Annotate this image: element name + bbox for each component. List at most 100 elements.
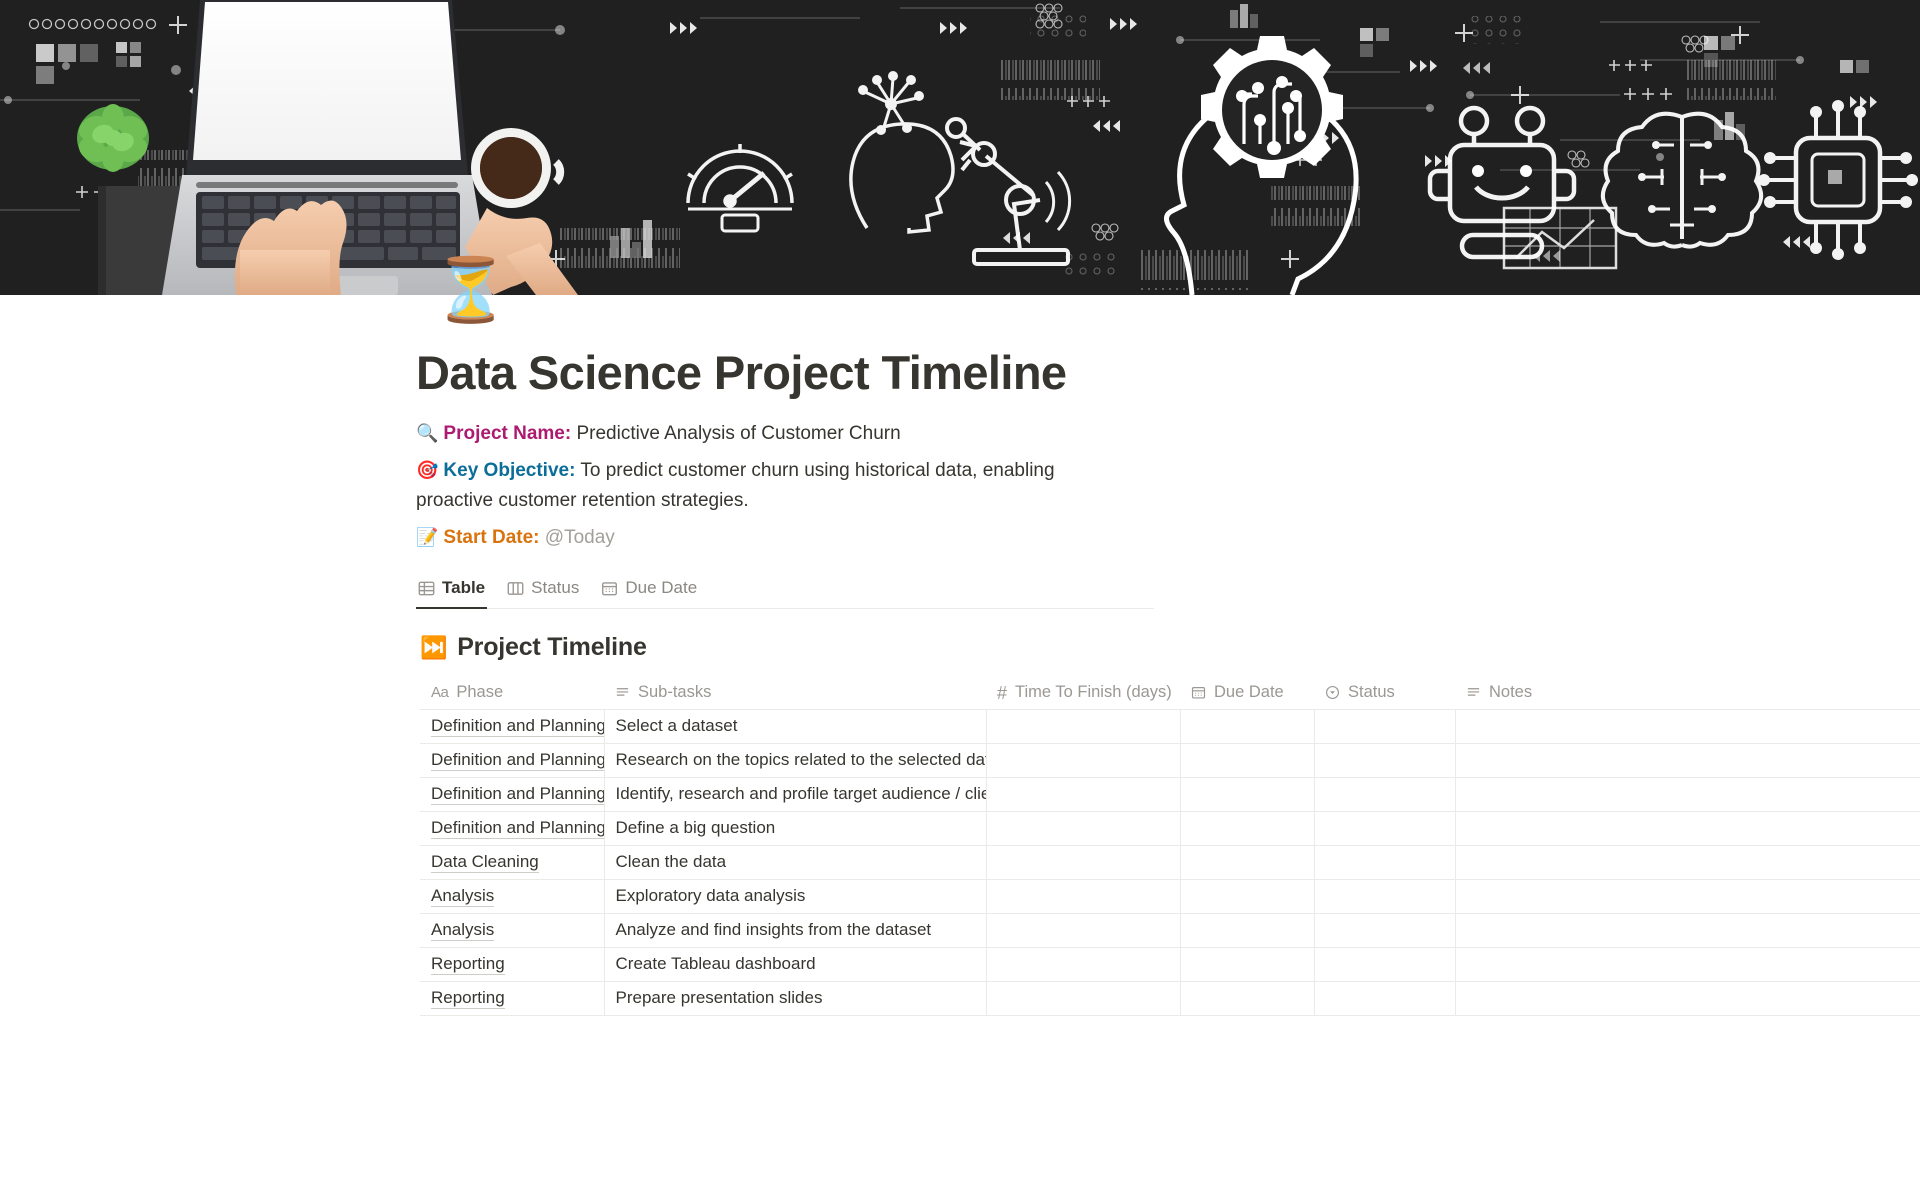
cell-status[interactable] xyxy=(1314,709,1456,744)
cell-sub-tasks[interactable]: Select a dataset xyxy=(604,709,987,744)
cell-due-date[interactable] xyxy=(1180,811,1315,846)
cell-phase[interactable]: Analysis xyxy=(420,879,605,914)
cell-status[interactable] xyxy=(1314,743,1456,778)
cell-due-date[interactable] xyxy=(1180,709,1315,744)
table-row[interactable]: Reporting Create Tableau dashboard xyxy=(420,947,1920,982)
cell-time-to-finish[interactable] xyxy=(986,743,1181,778)
cell-time-to-finish[interactable] xyxy=(986,777,1181,812)
tab-status-label: Status xyxy=(531,578,580,598)
table-row[interactable]: Definition and Planning Define a big que… xyxy=(420,811,1920,846)
cell-time-to-finish[interactable] xyxy=(986,913,1181,948)
table-row[interactable]: Definition and Planning Identify, resear… xyxy=(420,777,1920,812)
table-row[interactable]: Analysis Exploratory data analysis xyxy=(420,879,1920,914)
row-title-link[interactable]: Reporting xyxy=(431,988,505,1010)
column-header-phase[interactable]: Aa Phase xyxy=(420,676,604,710)
page-title: Data Science Project Timeline xyxy=(416,346,1067,399)
cell-notes[interactable] xyxy=(1455,709,1920,744)
cell-status[interactable] xyxy=(1314,947,1456,982)
table-row[interactable]: Data Cleaning Clean the data xyxy=(420,845,1920,880)
cell-notes[interactable] xyxy=(1455,879,1920,914)
cell-due-date[interactable] xyxy=(1180,845,1315,880)
cell-due-date[interactable] xyxy=(1180,947,1315,982)
cell-due-date[interactable] xyxy=(1180,879,1315,914)
row-title-link[interactable]: Definition and Planning xyxy=(431,818,603,840)
column-header-sub-tasks[interactable]: Sub-tasks xyxy=(604,676,986,710)
cell-status[interactable] xyxy=(1314,811,1456,846)
property-value-start-date[interactable]: @Today xyxy=(545,527,615,548)
cell-status[interactable] xyxy=(1314,913,1456,948)
cell-phase[interactable]: Definition and Planning xyxy=(420,811,605,846)
cell-notes[interactable] xyxy=(1455,913,1920,948)
cell-sub-tasks[interactable]: Create Tableau dashboard xyxy=(604,947,987,982)
cell-status[interactable] xyxy=(1314,845,1456,880)
table-body: Definition and Planning Select a dataset… xyxy=(420,709,1920,1016)
cell-notes[interactable] xyxy=(1455,845,1920,880)
cell-phase[interactable]: Definition and Planning xyxy=(420,743,605,778)
cell-status[interactable] xyxy=(1314,879,1456,914)
row-title-link[interactable]: Analysis xyxy=(431,886,495,908)
tab-status[interactable]: Status xyxy=(505,574,581,609)
cell-due-date[interactable] xyxy=(1180,913,1315,948)
page-body: ⏳ Data Science Project Timeline 🔍 Project… xyxy=(0,256,1920,1016)
row-title-link[interactable]: Definition and Planning xyxy=(431,716,603,738)
cell-time-to-finish[interactable] xyxy=(986,981,1181,1016)
row-title-link[interactable]: Reporting xyxy=(431,954,505,976)
cell-notes[interactable] xyxy=(1455,777,1920,812)
row-title-link[interactable]: Data Cleaning xyxy=(431,852,539,874)
cell-due-date[interactable] xyxy=(1180,981,1315,1016)
cell-status[interactable] xyxy=(1314,981,1456,1016)
calendar-icon xyxy=(601,580,618,597)
table-row[interactable]: Analysis Analyze and find insights from … xyxy=(420,913,1920,948)
tab-table[interactable]: Table xyxy=(416,574,488,610)
cell-notes[interactable] xyxy=(1455,811,1920,846)
target-icon: 🎯 xyxy=(416,460,439,481)
cell-time-to-finish[interactable] xyxy=(986,845,1181,880)
page-cover-image xyxy=(0,0,1920,295)
column-header-notes[interactable]: Notes xyxy=(1455,676,1920,710)
cell-sub-tasks[interactable]: Research on the topics related to the se… xyxy=(604,743,987,778)
cell-phase[interactable]: Reporting xyxy=(420,947,605,982)
cell-sub-tasks[interactable]: Analyze and find insights from the datas… xyxy=(604,913,987,948)
cell-phase[interactable]: Definition and Planning xyxy=(420,777,605,812)
cell-notes[interactable] xyxy=(1455,981,1920,1016)
project-timeline-table: Aa Phase Sub-tasks # Time To Finish (day… xyxy=(420,676,1920,1016)
row-title-link[interactable]: Analysis xyxy=(431,920,495,942)
column-header-due-date-label: Due Date xyxy=(1214,683,1284,702)
column-header-status-label: Status xyxy=(1348,683,1395,702)
cell-notes[interactable] xyxy=(1455,743,1920,778)
cell-phase[interactable]: Data Cleaning xyxy=(420,845,605,880)
cell-sub-tasks[interactable]: Clean the data xyxy=(604,845,987,880)
table-row[interactable]: Definition and Planning Select a dataset xyxy=(420,709,1920,744)
cell-time-to-finish[interactable] xyxy=(986,709,1181,744)
cell-phase[interactable]: Definition and Planning xyxy=(420,709,605,744)
cell-notes[interactable] xyxy=(1455,947,1920,982)
cell-status[interactable] xyxy=(1314,777,1456,812)
column-header-due-date[interactable]: Due Date xyxy=(1180,676,1314,710)
table-row[interactable]: Reporting Prepare presentation slides xyxy=(420,981,1920,1016)
magnifying-glass-icon: 🔍 xyxy=(416,422,439,443)
table-header-row: Aa Phase Sub-tasks # Time To Finish (day… xyxy=(420,676,1920,710)
cell-due-date[interactable] xyxy=(1180,777,1315,812)
cell-sub-tasks[interactable]: Prepare presentation slides xyxy=(604,981,987,1016)
row-title-link[interactable]: Definition and Planning xyxy=(431,750,603,772)
property-start-date: 📝 Start Date: @Today xyxy=(416,523,1106,552)
property-label-key-objective: Key Objective: xyxy=(443,460,576,482)
cell-sub-tasks[interactable]: Exploratory data analysis xyxy=(604,879,987,914)
cell-sub-tasks[interactable]: Define a big question xyxy=(604,811,987,846)
page-icon-hourglass[interactable]: ⏳ xyxy=(432,255,509,327)
database-title-label: Project Timeline xyxy=(457,633,647,662)
database-title[interactable]: ⏭️ Project Timeline xyxy=(420,633,1920,662)
cell-phase[interactable]: Analysis xyxy=(420,913,605,948)
cell-time-to-finish[interactable] xyxy=(986,879,1181,914)
row-title-link[interactable]: Definition and Planning xyxy=(431,784,603,806)
cell-time-to-finish[interactable] xyxy=(986,947,1181,982)
cell-phase[interactable]: Reporting xyxy=(420,981,605,1016)
column-header-time-to-finish[interactable]: # Time To Finish (days) xyxy=(986,676,1180,710)
cell-sub-tasks[interactable]: Identify, research and profile target au… xyxy=(604,777,987,812)
cell-time-to-finish[interactable] xyxy=(986,811,1181,846)
cell-due-date[interactable] xyxy=(1180,743,1315,778)
table-icon xyxy=(418,580,435,597)
table-row[interactable]: Definition and Planning Research on the … xyxy=(420,743,1920,778)
column-header-status[interactable]: Status xyxy=(1314,676,1455,710)
tab-due-date[interactable]: Due Date xyxy=(599,574,699,609)
